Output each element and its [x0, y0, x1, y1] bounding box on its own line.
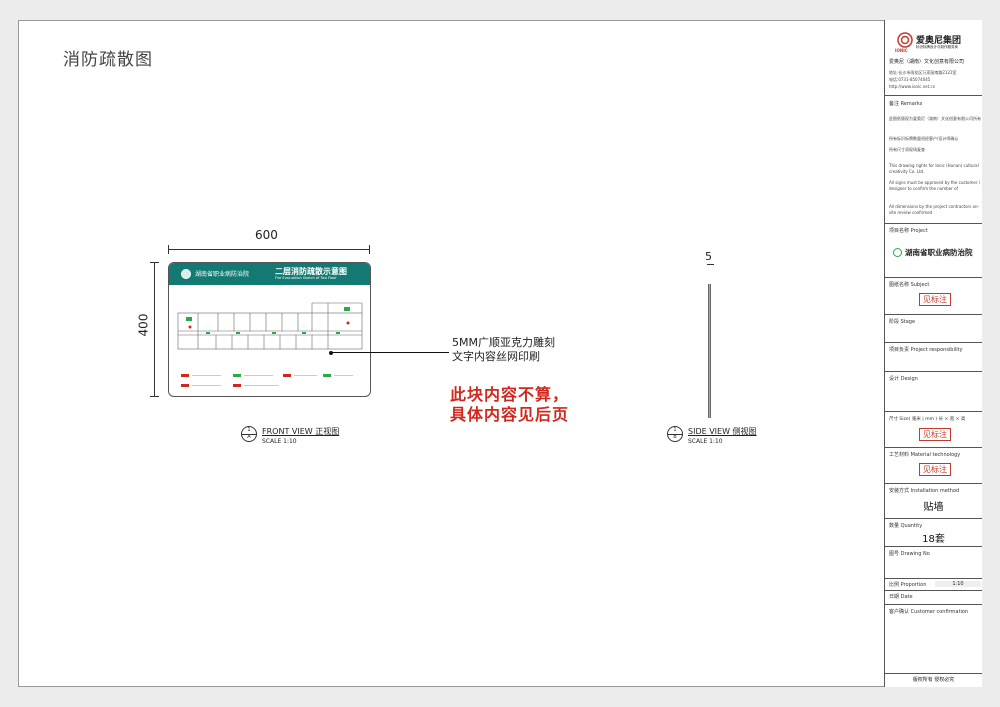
customer-label: 客户确认 Customer confirmation — [889, 609, 969, 615]
company-address: 地址:长沙市雨花区万家丽南路2122室 — [889, 70, 957, 75]
sign-legend — [181, 374, 353, 387]
width-dimension-label: 600 — [255, 228, 278, 242]
page-title: 消防疏散图 — [63, 50, 153, 70]
material-callout: 5MM广顺亚克力雕刻 文字内容丝网印刷 — [452, 336, 555, 364]
quantity-value: 18套 — [922, 534, 945, 545]
width-dimension-line — [168, 245, 370, 255]
subject-stamp: 见标注 — [919, 293, 951, 306]
side-view-title: SIDE VIEW 侧视图 — [688, 427, 757, 436]
front-view-title: FRONT VIEW 正视图 — [262, 427, 340, 436]
sign-org-name: 湖南省职业病防治院 — [195, 271, 250, 278]
front-view-label: FRONT VIEW 正视图 SCALE 1:10 — [262, 427, 339, 447]
remark-5: All signs must be approved by the custom… — [889, 180, 981, 191]
subject-label: 图纸名称 Subject — [889, 282, 930, 288]
remark-2: 所有标识标牌数量须经客户/设计师确认 — [889, 136, 959, 141]
callout-leader-line — [331, 352, 449, 353]
install-label: 安装方式 Installation method — [889, 488, 960, 494]
remark-6: All dimensions by the project contractor… — [889, 204, 979, 215]
company-slogan: 标识标牌设计与制作服务商 — [916, 45, 958, 49]
remark-4: This drawing rights for Ionic (Hunan) cu… — [889, 163, 979, 174]
front-view-marker: 1 A — [241, 426, 257, 442]
company-phone: 电话:0731-85074045 — [889, 77, 931, 82]
remarks-label: 备注 Remarks — [889, 101, 923, 107]
design-label: 设计 Design — [889, 376, 918, 382]
red-note-line-1: 此块内容不算， — [450, 385, 570, 404]
side-view-label: SIDE VIEW 侧视图 SCALE 1:10 — [688, 427, 757, 447]
drawing-no-label: 图号 Drawing No — [889, 551, 930, 557]
size-label: 尺寸 Size( 毫米 | mm ) 长 × 宽 × 高 — [889, 417, 966, 422]
hospital-logo-icon — [181, 269, 191, 279]
thickness-dimension-line — [707, 264, 714, 265]
proportion-label: 比例 Proportion — [889, 582, 927, 588]
install-value: 贴墙 — [923, 502, 944, 513]
remark-3: 所有尺寸须现场复查 — [889, 147, 925, 152]
front-view-scale: SCALE 1:10 — [262, 438, 297, 445]
sign-side-view — [708, 284, 711, 418]
project-label: 项目名称 Project — [889, 228, 928, 234]
floor-plan-diagram — [177, 302, 363, 350]
sign-front-view: 湖南省职业病防治院 二层消防疏散示意图 Fire Evacuation Sket… — [168, 262, 371, 397]
material-label: 工艺材料 Material technology — [889, 452, 961, 458]
remark-1: 此图纸版权为爱奥尼（湖南）文化创意有限公司所有 — [889, 116, 981, 121]
side-view-letter: B — [673, 434, 677, 440]
copyright-text: 版权所有 侵权必究 — [912, 677, 955, 683]
red-note-line-2: 具体内容见后页 — [450, 405, 570, 424]
date-label: 日期 Date — [889, 594, 913, 600]
project-name: 湖南省职业病防治院 — [905, 248, 973, 257]
red-note: 此块内容不算， 具体内容见后页 — [450, 385, 569, 425]
height-dimension-line — [150, 262, 160, 397]
company-brand: IONIC — [895, 48, 908, 53]
hospital-logo-icon — [893, 248, 902, 257]
size-stamp: 见标注 — [919, 428, 951, 441]
material-stamp: 见标注 — [919, 463, 951, 476]
sign-subtitle: Fire Evacuation Sketch of Two Floor — [275, 276, 337, 280]
sign-header: 湖南省职业病防治院 二层消防疏散示意图 Fire Evacuation Sket… — [169, 263, 370, 285]
side-view-scale: SCALE 1:10 — [688, 438, 723, 445]
thickness-dimension-label: 5 — [705, 250, 712, 263]
front-view-number: 1 — [247, 427, 251, 433]
quantity-label: 数量 Quantity — [889, 523, 923, 529]
side-view-number: 1 — [673, 427, 677, 433]
company-full-name: 爱奥尼（湖南）文化创意有限公司 — [889, 59, 965, 65]
callout-line-2: 文字内容丝网印刷 — [452, 350, 540, 363]
stage-label: 阶段 Stage — [889, 319, 916, 325]
proportion-value: 1:10 — [935, 581, 981, 587]
responsibility-label: 项目负责 Project responsibility — [889, 347, 963, 353]
callout-line-1: 5MM广顺亚克力雕刻 — [452, 336, 555, 349]
company-website: http://www.ionic.net.cn — [889, 84, 936, 89]
title-block: IONIC 爱奥尼集团 标识标牌设计与制作服务商 爱奥尼（湖南）文化创意有限公司… — [884, 20, 982, 687]
side-view-marker: 1 B — [667, 426, 683, 442]
ionic-logo-icon — [897, 32, 913, 48]
front-view-letter: A — [247, 434, 251, 440]
height-dimension-label: 400 — [136, 313, 151, 337]
